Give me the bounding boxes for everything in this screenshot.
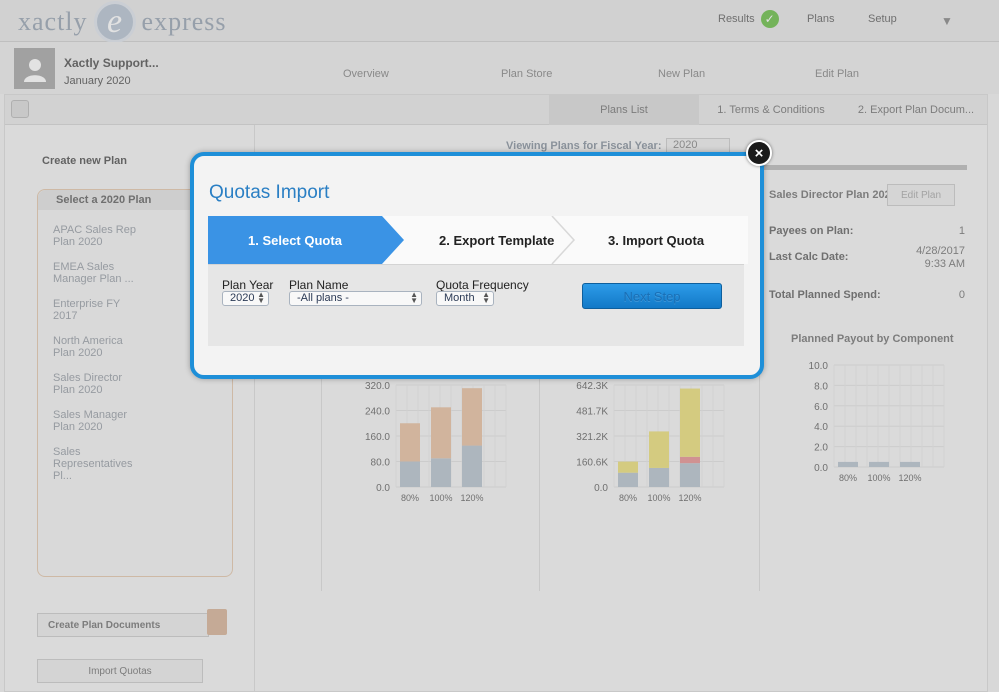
quota-frequency-value: Month <box>444 292 475 304</box>
next-step-button[interactable]: Next Step <box>582 283 722 309</box>
quota-form: Plan Year 2020 ▲ ▼ Plan Name -All plans -… <box>208 264 744 346</box>
plan-name-select[interactable]: -All plans - ▲ ▼ <box>289 291 422 306</box>
modal-title: Quotas Import <box>209 182 330 203</box>
step-import-quota[interactable]: 3. Import Quota <box>608 216 704 264</box>
step-select-quota[interactable]: 1. Select Quota <box>248 216 342 264</box>
plan-year-label: Plan Year <box>222 278 274 292</box>
select-arrows-icon: ▲ ▼ <box>482 290 490 305</box>
plan-name-value: -All plans - <box>297 292 349 304</box>
select-arrows-icon: ▲ ▼ <box>410 290 418 305</box>
quota-frequency-select[interactable]: Month ▲ ▼ <box>436 291 494 306</box>
quotas-import-modal: Quotas Import 1. Select Quota 2. Export … <box>190 152 764 379</box>
plan-year-value: 2020 <box>230 292 255 304</box>
step-wizard: 1. Select Quota 2. Export Template 3. Im… <box>208 216 748 264</box>
close-icon[interactable]: × <box>746 140 772 166</box>
step-export-template[interactable]: 2. Export Template <box>439 216 554 264</box>
plan-year-select[interactable]: 2020 ▲ ▼ <box>222 291 269 306</box>
select-arrows-icon: ▲ ▼ <box>257 290 265 305</box>
plan-name-label: Plan Name <box>289 278 349 292</box>
